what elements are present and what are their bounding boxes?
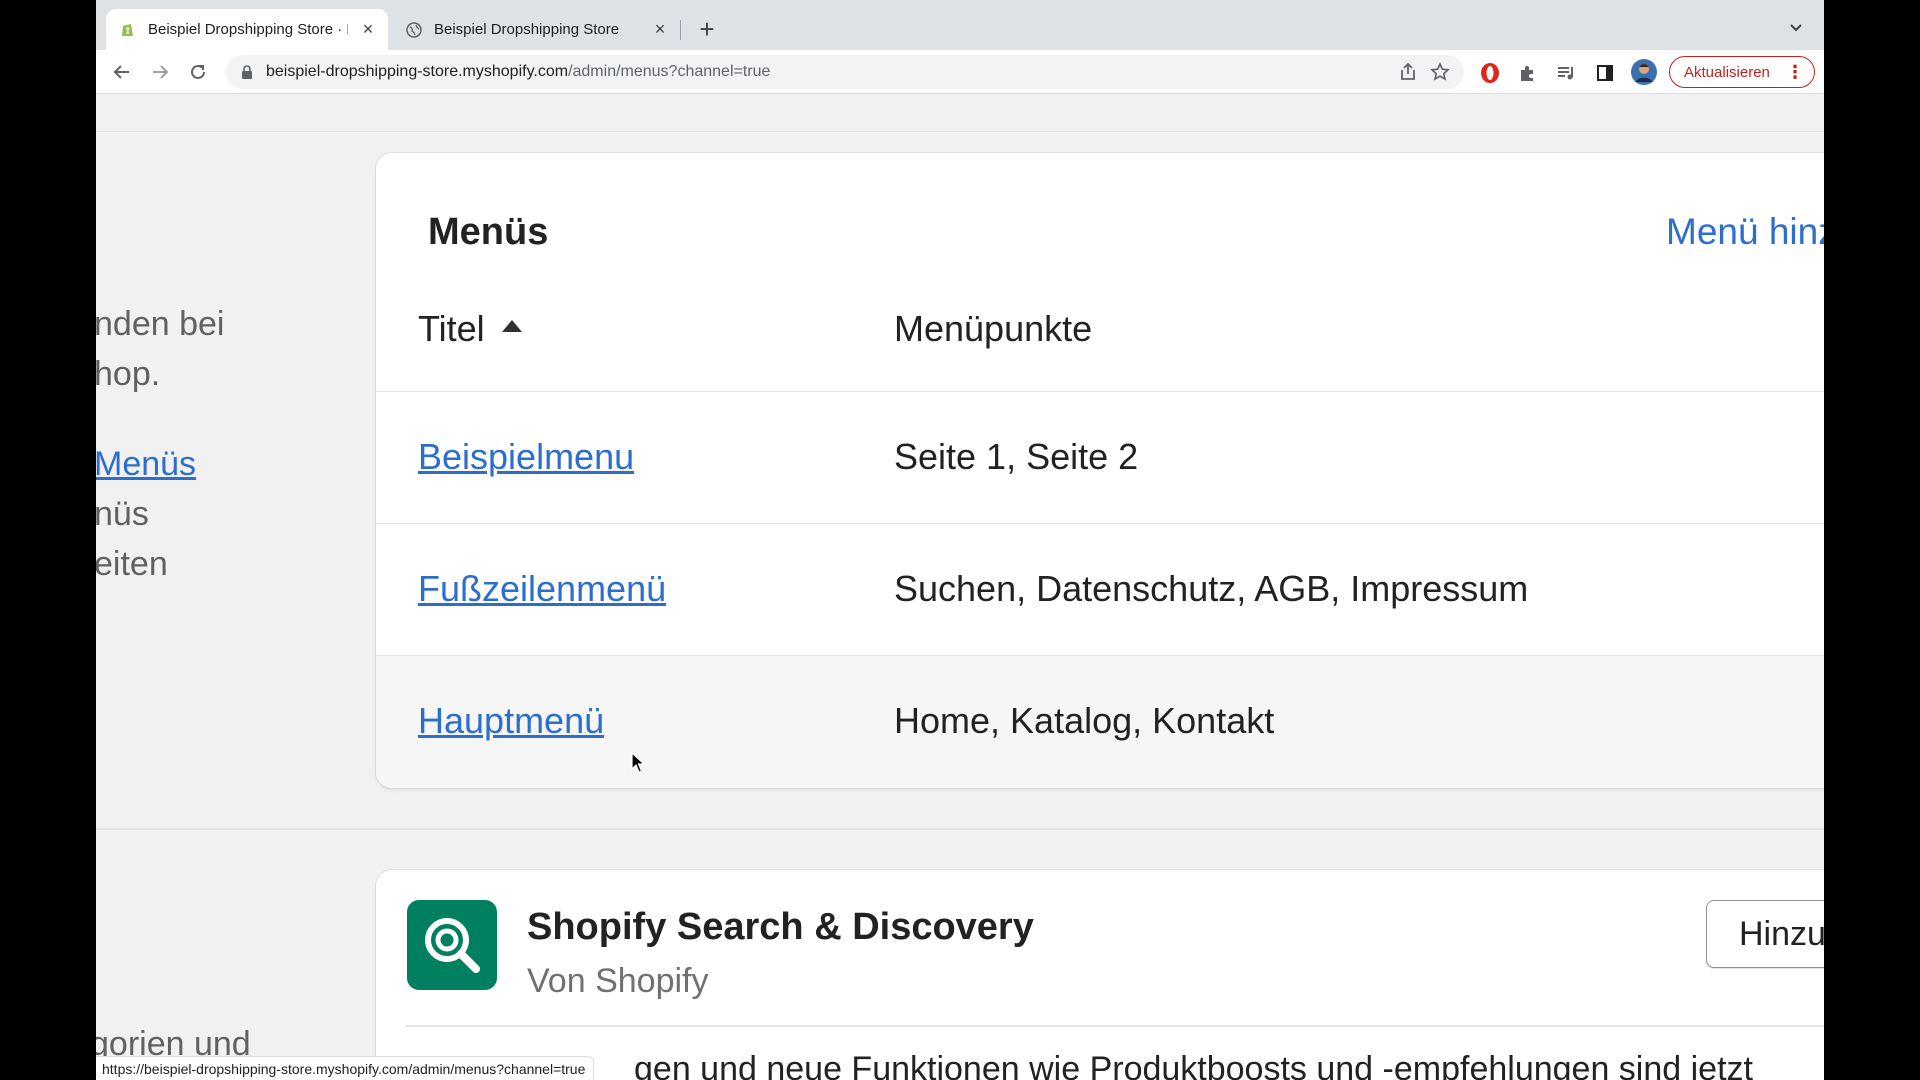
menu-items-text: Home, Katalog, Kontakt	[894, 700, 1275, 741]
tab-strip: Beispiel Dropshipping Store · M × Beispi…	[96, 0, 1824, 50]
menu-title-link[interactable]: Beispielmenu	[418, 436, 634, 478]
app-description: gen und neue Funktionen wie Produktboost…	[634, 1050, 1753, 1080]
browser-toolbar: beispiel-dropshipping-store.myshopify.co…	[96, 50, 1824, 94]
bookmark-star-icon[interactable]	[1430, 62, 1450, 82]
opera-extension-icon[interactable]	[1479, 62, 1501, 84]
link-status-bar: https://beispiel-dropshipping-store.mysh…	[96, 1056, 595, 1080]
tab-separator	[680, 20, 681, 40]
update-button[interactable]: Aktualisieren ⋮	[1669, 56, 1815, 88]
lock-icon[interactable]	[240, 65, 254, 79]
globe-icon	[406, 21, 422, 38]
app-name: Shopify Search & Discovery	[527, 906, 1034, 948]
address-bar[interactable]: beispiel-dropshipping-store.myshopify.co…	[226, 55, 1464, 89]
column-header-title[interactable]: Titel	[418, 308, 485, 350]
divider	[406, 1025, 1824, 1027]
tab-close-icon[interactable]: ×	[650, 19, 670, 40]
browser-window: Beispiel Dropshipping Store · M × Beispi…	[96, 0, 1824, 1080]
profile-avatar[interactable]	[1631, 59, 1657, 85]
menu-items-text: Suchen, Datenschutz, AGB, Impressum	[894, 568, 1529, 609]
update-label: Aktualisieren	[1684, 63, 1770, 81]
menus-card: Menüs Menü hinzufügen Titel Menüpunkte B…	[376, 153, 1824, 788]
url-host: beispiel-dropshipping-store.myshopify.co…	[266, 63, 569, 80]
shopify-admin-page: nden bei hop. Menüs nüs eiten Menüs Menü…	[96, 95, 1824, 1080]
menu-title-link[interactable]: Fußzeilenmenü	[418, 568, 666, 610]
mouse-cursor-icon	[631, 751, 646, 774]
column-header-items: Menüpunkte	[894, 308, 1093, 349]
app-card: Shopify Search & Discovery Von Shopify H…	[376, 870, 1824, 1080]
app-vendor: Von Shopify	[527, 962, 709, 1000]
card-title: Menüs	[428, 211, 549, 253]
share-icon[interactable]	[1398, 62, 1418, 82]
tab-title: Beispiel Dropshipping Store · M	[148, 21, 348, 38]
add-app-button[interactable]: Hinzufügen	[1706, 900, 1824, 968]
tab-close-icon[interactable]: ×	[358, 19, 378, 40]
table-row[interactable]: Fußzeilenmenü Suchen, Datenschutz, AGB, …	[376, 523, 1824, 655]
section-description-line: nden bei	[96, 305, 225, 343]
chevron-down-icon[interactable]	[1784, 16, 1808, 40]
page-header-area	[96, 95, 1824, 131]
tab-active[interactable]: Beispiel Dropshipping Store · M ×	[106, 9, 388, 50]
section-description-line: eiten	[96, 545, 168, 583]
menu-title-link[interactable]: Hauptmenü	[418, 700, 604, 742]
more-vert-icon[interactable]: ⋮	[1786, 63, 1804, 81]
reload-icon[interactable]	[184, 58, 212, 86]
table-row[interactable]: Hauptmenü Home, Katalog, Kontakt	[376, 655, 1824, 787]
add-menu-link[interactable]: Menü hinzufügen	[1666, 211, 1824, 253]
tab-inactive[interactable]: Beispiel Dropshipping Store ×	[392, 9, 680, 50]
back-arrow-icon[interactable]	[108, 58, 136, 86]
media-playlist-icon[interactable]	[1555, 62, 1577, 84]
sort-ascending-icon[interactable]	[501, 319, 523, 333]
menus-help-link[interactable]: Menüs	[96, 445, 196, 484]
section-description-line: nüs	[96, 495, 149, 533]
shopify-favicon-icon	[120, 22, 136, 38]
divider	[96, 131, 1824, 132]
new-tab-button[interactable]: +	[692, 14, 722, 44]
section-description-line: hop.	[96, 355, 161, 393]
url-path: /admin/menus?channel=true	[568, 63, 771, 80]
url-text[interactable]: beispiel-dropshipping-store.myshopify.co…	[266, 63, 770, 81]
side-panel-icon[interactable]	[1594, 62, 1616, 84]
search-discovery-app-icon	[407, 900, 497, 990]
forward-arrow-icon[interactable]	[146, 58, 174, 86]
tab-title: Beispiel Dropshipping Store	[434, 21, 620, 38]
menu-items-text: Seite 1, Seite 2	[894, 436, 1139, 477]
puzzle-extensions-icon[interactable]	[1517, 62, 1539, 84]
table-row[interactable]: Beispielmenu Seite 1, Seite 2	[376, 391, 1824, 523]
section-divider	[96, 828, 1824, 830]
